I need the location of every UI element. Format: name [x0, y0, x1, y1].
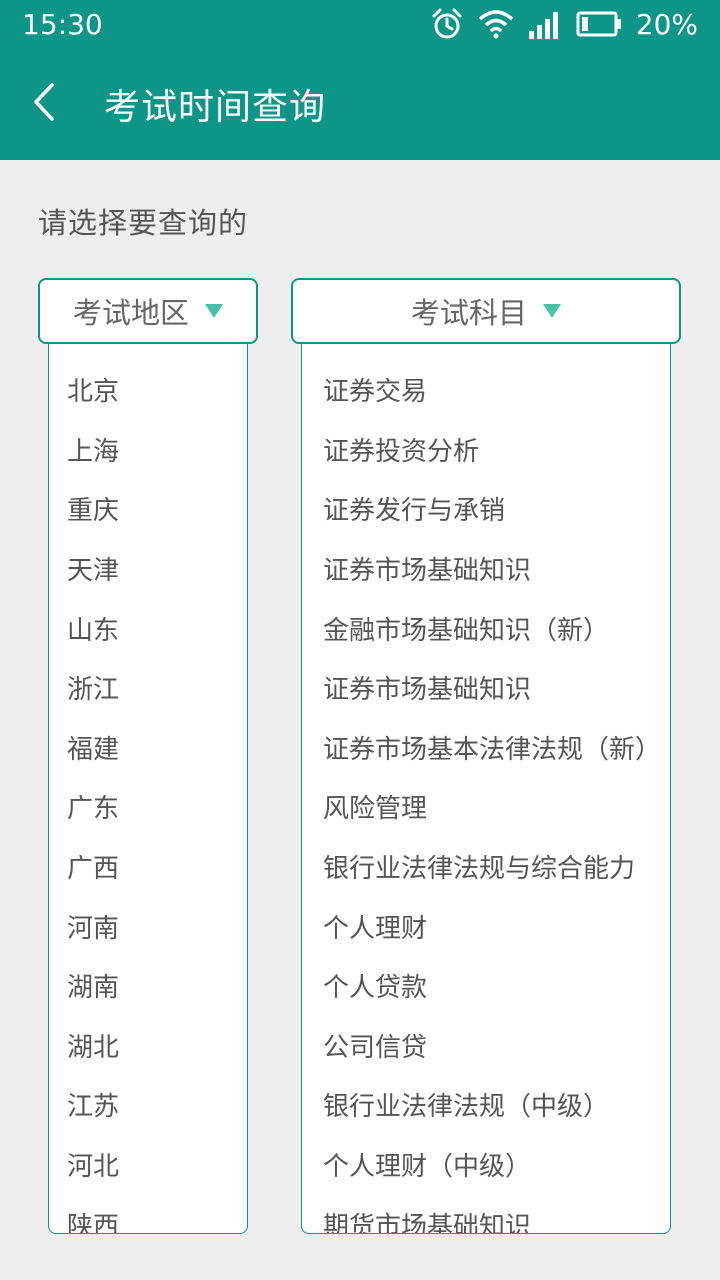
status-icons: 20%	[430, 7, 698, 41]
selection-prompt: 请选择要查询的	[38, 206, 249, 240]
region-option[interactable]: 北京	[49, 360, 247, 420]
battery-icon	[576, 10, 622, 38]
region-option[interactable]: 湖南	[49, 956, 247, 1016]
region-option[interactable]: 重庆	[49, 479, 247, 539]
region-dropdown-list[interactable]: 北京 上海 重庆 天津 山东 浙江 福建 广东 广西 河南 湖南 湖北 江苏 河…	[48, 344, 248, 1234]
subject-selector-label: 考试科目	[410, 296, 527, 330]
subject-option[interactable]: 个人理财（中级）	[302, 1135, 670, 1195]
alarm-icon	[430, 7, 464, 41]
subject-option[interactable]: 证券交易	[302, 360, 670, 420]
region-option[interactable]: 上海	[49, 420, 247, 480]
region-option[interactable]: 河南	[49, 896, 247, 956]
region-option[interactable]: 广西	[49, 837, 247, 897]
subject-option[interactable]: 银行业法律法规（中级）	[302, 1075, 670, 1135]
region-selector-label: 考试地区	[72, 296, 189, 330]
region-option[interactable]: 陕西	[49, 1194, 247, 1233]
subject-option[interactable]: 证券市场基础知识	[302, 658, 670, 718]
region-selector[interactable]: 考试地区	[38, 278, 258, 344]
status-time: 15:30	[22, 7, 103, 41]
wifi-icon	[478, 9, 514, 39]
region-option[interactable]: 江苏	[49, 1075, 247, 1135]
subject-option[interactable]: 证券投资分析	[302, 420, 670, 480]
subject-option[interactable]: 期货市场基础知识	[302, 1194, 670, 1233]
status-bar: 15:30 20%	[0, 0, 720, 48]
subject-option[interactable]: 公司信贷	[302, 1016, 670, 1076]
region-option[interactable]: 湖北	[49, 1016, 247, 1076]
subject-option[interactable]: 风险管理	[302, 777, 670, 837]
app-bar: 考试时间查询	[0, 58, 720, 150]
back-button[interactable]	[0, 58, 90, 150]
battery-percent: 20%	[635, 7, 698, 41]
region-option[interactable]: 浙江	[49, 658, 247, 718]
subject-option[interactable]: 银行业法律法规与综合能力	[302, 837, 670, 897]
region-option[interactable]: 天津	[49, 539, 247, 599]
region-option[interactable]: 福建	[49, 718, 247, 778]
app-header: 15:30 20% 考试时间查询	[0, 0, 720, 160]
subject-option[interactable]: 证券发行与承销	[302, 479, 670, 539]
subject-option[interactable]: 证券市场基本法律法规（新）	[302, 718, 670, 778]
subject-option[interactable]: 个人贷款	[302, 956, 670, 1016]
region-option[interactable]: 广东	[49, 777, 247, 837]
subject-option[interactable]: 金融市场基础知识（新）	[302, 598, 670, 658]
page-title: 考试时间查询	[104, 87, 327, 128]
dropdown-arrow-icon	[205, 304, 223, 318]
chevron-left-icon	[30, 82, 60, 126]
region-option[interactable]: 河北	[49, 1135, 247, 1195]
region-option[interactable]: 山东	[49, 598, 247, 658]
subject-selector[interactable]: 考试科目	[291, 278, 681, 344]
signal-icon	[528, 9, 562, 39]
subject-option[interactable]: 个人理财	[302, 896, 670, 956]
dropdown-arrow-icon	[543, 304, 561, 318]
subject-option[interactable]: 证券市场基础知识	[302, 539, 670, 599]
subject-dropdown-list[interactable]: 证券交易 证券投资分析 证券发行与承销 证券市场基础知识 金融市场基础知识（新）…	[301, 344, 671, 1234]
